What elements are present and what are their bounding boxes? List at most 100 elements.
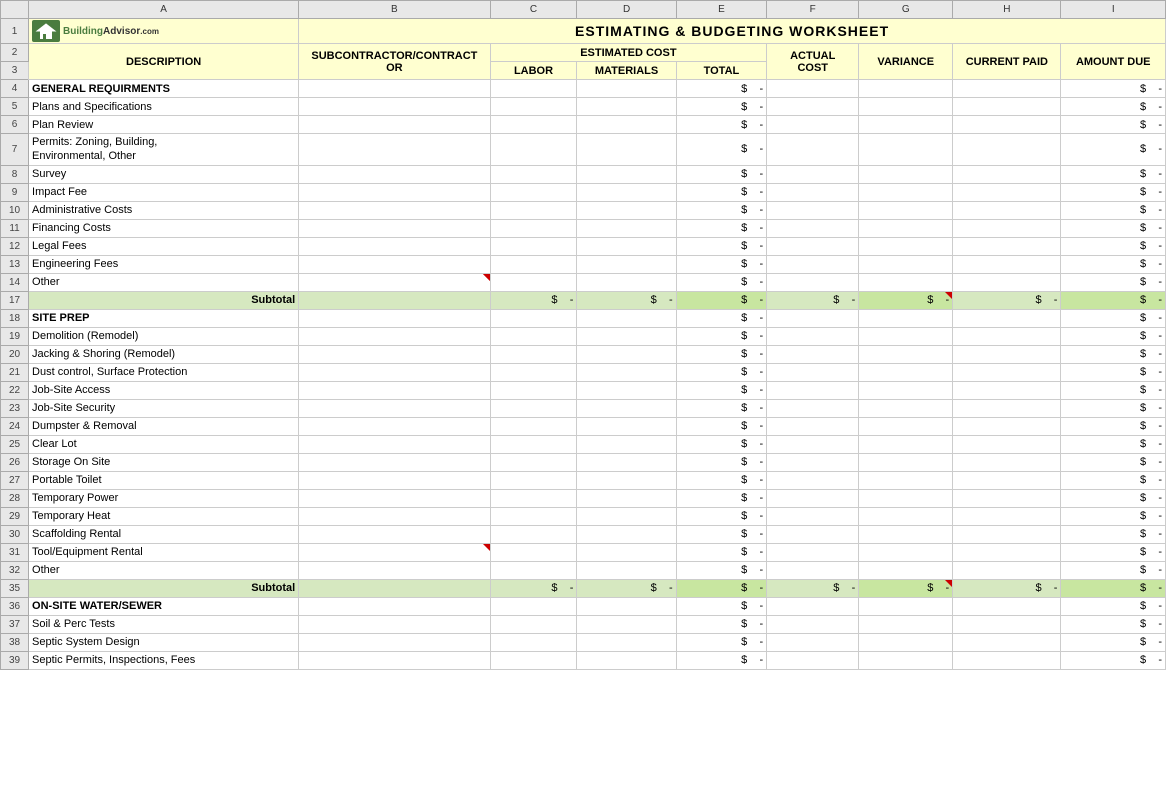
cell-8a: Survey [29,165,299,183]
logo-icon [32,20,60,42]
data-row-11: 11 Financing Costs $ - $ - [1,219,1166,237]
cell-21h [953,363,1061,381]
cell-12e: $ - [676,237,767,255]
cell-38d [577,633,676,651]
row-num-39: 39 [1,651,29,669]
cell-28g [859,489,953,507]
data-row-13: 13 Engineering Fees $ - $ - [1,255,1166,273]
cell-11e: $ - [676,219,767,237]
cell-14b [299,273,490,291]
cell-4i: $ - [1061,80,1166,98]
cell-27g [859,471,953,489]
cell-7a: Permits: Zoning, Building,Environmental,… [29,134,299,166]
cell-27b [299,471,490,489]
cell-24d [577,417,676,435]
cell-8e: $ - [676,165,767,183]
row-num-18: 18 [1,309,29,327]
subtotal-row-17: 17 Subtotal $ - $ - $ - $ - $ - $ - $ - [1,291,1166,309]
cell-8f [767,165,859,183]
header-description: DESCRIPTION [29,44,299,80]
cell-12c [490,237,577,255]
main-table: A B C D E F G H I 1 [0,0,1166,670]
cell-12i: $ - [1061,237,1166,255]
cell-21a: Dust control, Surface Protection [29,363,299,381]
cell-30d [577,525,676,543]
cell-14a: Other [29,273,299,291]
subtotal-35h: $ - [953,579,1061,597]
cell-24h [953,417,1061,435]
cell-26g [859,453,953,471]
cell-23e: $ - [676,399,767,417]
cell-19c [490,327,577,345]
cell-31c [490,543,577,561]
data-row-22: 22 Job-Site Access $ - $ - [1,381,1166,399]
row-num-2: 2 [1,44,29,62]
row-num-17: 17 [1,291,29,309]
cell-13g [859,255,953,273]
cell-37h [953,615,1061,633]
data-row-32: 32 Other $ - $ - [1,561,1166,579]
cell-12h [953,237,1061,255]
cell-28c [490,489,577,507]
cell-27a: Portable Toilet [29,471,299,489]
data-row-28: 28 Temporary Power $ - $ - [1,489,1166,507]
cell-21c [490,363,577,381]
cell-5i: $ - [1061,98,1166,116]
cell-25h [953,435,1061,453]
cell-6e: $ - [676,116,767,134]
cell-39e: $ - [676,651,767,669]
cell-31b [299,543,490,561]
cell-24a: Dumpster & Removal [29,417,299,435]
data-row-39: 39 Septic Permits, Inspections, Fees $ -… [1,651,1166,669]
row-num-36: 36 [1,597,29,615]
cell-32i: $ - [1061,561,1166,579]
cell-28f [767,489,859,507]
row-num-25: 25 [1,435,29,453]
cell-39c [490,651,577,669]
row-num-12: 12 [1,237,29,255]
cell-19i: $ - [1061,327,1166,345]
subtotal-17h: $ - [953,291,1061,309]
section-header-siteprep: 18 SITE PREP $ - $ - [1,309,1166,327]
row-num-29: 29 [1,507,29,525]
cell-30c [490,525,577,543]
cell-32g [859,561,953,579]
cell-20g [859,345,953,363]
cell-27c [490,471,577,489]
cell-9a: Impact Fee [29,183,299,201]
cell-37a: Soil & Perc Tests [29,615,299,633]
cell-23d [577,399,676,417]
cell-26f [767,453,859,471]
row-num-24: 24 [1,417,29,435]
cell-7d [577,134,676,166]
cell-12b [299,237,490,255]
cell-38c [490,633,577,651]
cell-9h [953,183,1061,201]
cell-9f [767,183,859,201]
cell-28d [577,489,676,507]
cell-25d [577,435,676,453]
cell-8i: $ - [1061,165,1166,183]
cell-10c [490,201,577,219]
cell-6f [767,116,859,134]
cell-29h [953,507,1061,525]
cell-11i: $ - [1061,219,1166,237]
cell-32f [767,561,859,579]
header-variance: VARIANCE [859,44,953,80]
row-num-23: 23 [1,399,29,417]
data-row-8: 8 Survey $ - $ - [1,165,1166,183]
cell-20f [767,345,859,363]
cell-14e: $ - [676,273,767,291]
cell-7i: $ - [1061,134,1166,166]
cell-31a: Tool/Equipment Rental [29,543,299,561]
cell-29f [767,507,859,525]
cell-37b [299,615,490,633]
cell-30h [953,525,1061,543]
cell-23f [767,399,859,417]
cell-32h [953,561,1061,579]
cell-4h [953,80,1061,98]
cell-28i: $ - [1061,489,1166,507]
cell-39f [767,651,859,669]
header-row-2: 2 DESCRIPTION SUBCONTRACTOR/CONTRACTOR E… [1,44,1166,62]
cell-27i: $ - [1061,471,1166,489]
